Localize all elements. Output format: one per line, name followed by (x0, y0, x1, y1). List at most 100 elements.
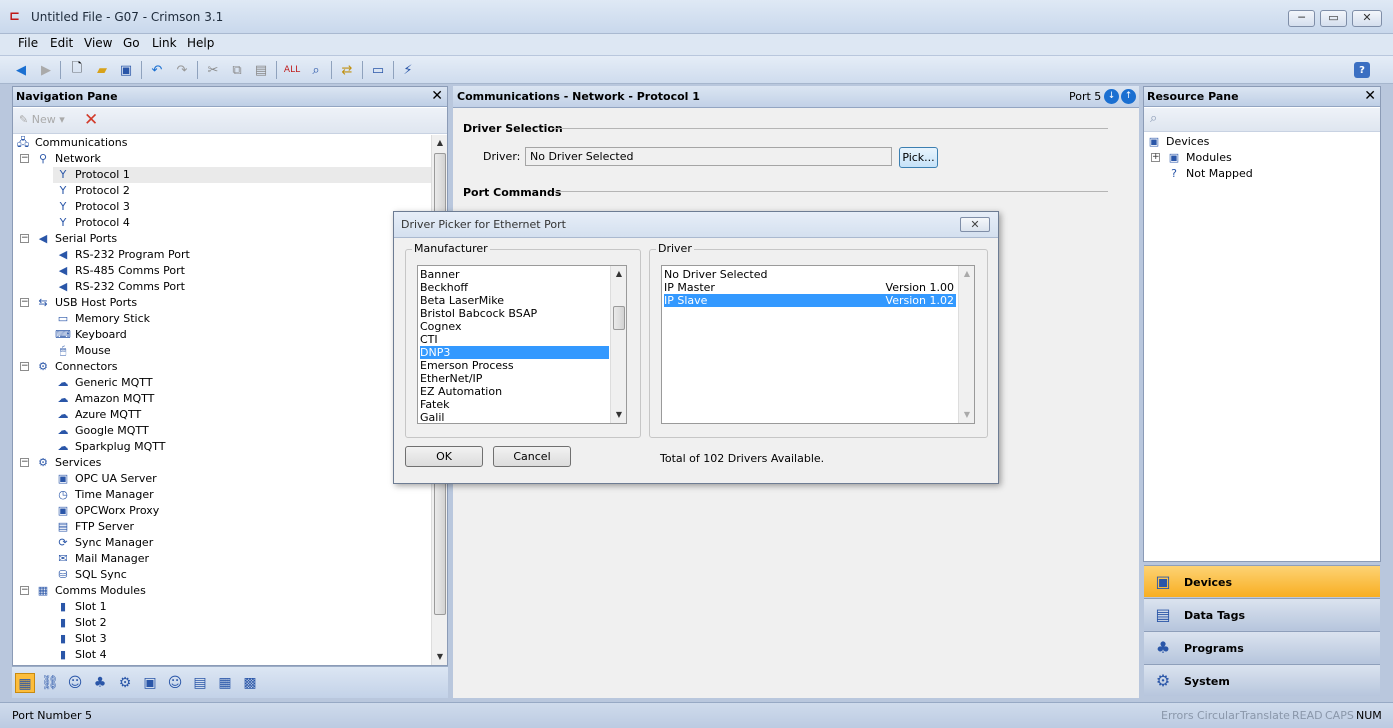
redo-icon[interactable]: ↷ (172, 60, 192, 80)
copy-icon[interactable]: ⧉ (227, 60, 247, 80)
category-icon[interactable]: ▦ (215, 673, 235, 693)
tree-node-icon: ☁ (57, 424, 69, 437)
manufacturer-item[interactable]: CTI (420, 333, 609, 346)
find-icon[interactable]: ⌕ (306, 60, 326, 80)
manufacturer-item[interactable]: Galil (420, 411, 609, 423)
category-icon[interactable]: ☺ (65, 673, 85, 693)
resource-nav-system[interactable]: ⚙ System (1144, 664, 1380, 696)
paste-icon[interactable]: ▤ (251, 60, 271, 80)
collapse-icon[interactable]: − (20, 298, 29, 307)
delete-icon[interactable]: ✕ (84, 110, 98, 130)
driver-list[interactable]: No Driver Selected IP Master Version 1.00 I… (661, 265, 975, 424)
category-icon[interactable]: ☺ (165, 673, 185, 693)
manufacturer-item[interactable]: Bristol Babcock BSAP (420, 307, 609, 320)
tree-item-label: Mouse (75, 344, 111, 357)
manufacturer-item[interactable]: Beta LaserMike (420, 294, 609, 307)
undo-icon[interactable]: ↶ (147, 60, 167, 80)
scroll-down-icon[interactable]: ▼ (432, 649, 448, 665)
search-icon[interactable]: ⌕ (1150, 111, 1157, 126)
help-icon[interactable]: ? (1354, 62, 1370, 78)
manufacturer-item[interactable]: EtherNet/IP (420, 372, 609, 385)
manufacturer-scrollbar[interactable]: ▲ ▼ (610, 266, 626, 423)
category-icon[interactable]: ⛓ (40, 673, 60, 693)
collapse-icon[interactable]: − (20, 362, 29, 371)
ok-button[interactable]: OK (405, 446, 483, 467)
minimize-button[interactable]: ─ (1288, 10, 1315, 27)
manufacturer-item[interactable]: Fatek (420, 398, 609, 411)
resource-nav-data-tags[interactable]: ▤ Data Tags (1144, 598, 1380, 630)
scroll-up-icon[interactable]: ▲ (611, 266, 626, 282)
close-icon[interactable]: ✕ (431, 88, 443, 104)
driver-field[interactable]: No Driver Selected (525, 147, 892, 166)
navigation-category-bar: ▦ ⛓ ☺ ♣ ⚙ ▣ ☺ ▤ ▦ ▩ (12, 666, 448, 698)
app-icon: ⊏ (9, 9, 20, 24)
scroll-down-icon[interactable]: ▼ (959, 407, 974, 423)
manufacturer-item[interactable]: Emerson Process (420, 359, 609, 372)
resource-nav-devices[interactable]: ▣ Devices (1144, 565, 1380, 597)
resource-nav-icon: ▤ (1155, 605, 1171, 624)
driver-scrollbar[interactable]: ▲ ▼ (958, 266, 974, 423)
navigation-pane-title: Navigation Pane (16, 90, 118, 103)
back-icon[interactable]: ◀ (11, 60, 31, 80)
driver-group: Driver No Driver Selected IP Master Versio… (649, 242, 988, 438)
manufacturer-item[interactable]: EZ Automation (420, 385, 609, 398)
arrow-up-icon[interactable]: ↑ (1121, 89, 1136, 104)
menu-help[interactable]: Help (187, 36, 214, 50)
manufacturer-label: Manufacturer (412, 242, 490, 255)
arrow-down-icon[interactable]: ↓ (1104, 89, 1119, 104)
monitor-icon[interactable]: ▭ (368, 60, 388, 80)
scroll-up-icon[interactable]: ▲ (432, 135, 448, 151)
cancel-button[interactable]: Cancel (493, 446, 571, 467)
driver-item[interactable]: No Driver Selected (664, 268, 956, 281)
close-icon[interactable]: ✕ (1364, 88, 1376, 104)
new-file-icon[interactable]: 🗋 (67, 60, 87, 80)
category-icon[interactable]: ♣ (90, 673, 110, 693)
tree-item[interactable]: Y Protocol 1 (53, 167, 431, 183)
find-all-icon[interactable]: ALL (282, 60, 302, 80)
dialog-close-button[interactable]: ✕ (960, 217, 990, 232)
link-icon[interactable]: ⇄ (337, 60, 357, 80)
menu-link[interactable]: Link (152, 36, 177, 50)
pick-button[interactable]: Pick... (899, 147, 938, 168)
expand-icon[interactable]: + (1151, 153, 1160, 162)
status-caps: CAPS (1325, 709, 1354, 722)
category-icon[interactable]: ▤ (190, 673, 210, 693)
collapse-icon[interactable]: − (20, 458, 29, 467)
manufacturer-item[interactable]: Beckhoff (420, 281, 609, 294)
tree-item-label: Time Manager (75, 488, 154, 501)
open-folder-icon[interactable]: ▰ (92, 60, 112, 80)
driver-item[interactable]: IP Slave Version 1.02 (664, 294, 956, 307)
cut-icon[interactable]: ✂ (203, 60, 223, 80)
tree-node-icon: ◷ (58, 488, 68, 501)
manufacturer-item[interactable]: Cognex (420, 320, 609, 333)
tree-node-icon: ☁ (57, 392, 69, 405)
category-icon[interactable]: ▦ (15, 673, 35, 693)
scroll-down-icon[interactable]: ▼ (611, 407, 626, 423)
driver-item[interactable]: IP Master Version 1.00 (664, 281, 956, 294)
collapse-icon[interactable]: − (20, 154, 29, 163)
tree-node-icon: Y (59, 184, 67, 197)
collapse-icon[interactable]: − (20, 234, 29, 243)
resource-nav-programs[interactable]: ♣ Programs (1144, 631, 1380, 663)
total-drivers-text: Total of 102 Drivers Available. (660, 452, 825, 465)
manufacturer-item[interactable]: Banner (420, 268, 609, 281)
manufacturer-list[interactable]: Banner Beckhoff Beta LaserMike Bristol Babc… (417, 265, 627, 424)
close-button[interactable]: ✕ (1352, 10, 1382, 27)
menu-edit[interactable]: Edit (50, 36, 73, 50)
category-icon[interactable]: ⚙ (115, 673, 135, 693)
tree-item-label: Sync Manager (75, 536, 154, 549)
category-icon[interactable]: ▣ (140, 673, 160, 693)
forward-icon[interactable]: ▶ (36, 60, 56, 80)
new-button[interactable]: ✎ New ▾ (19, 113, 65, 126)
save-icon[interactable]: ▣ (116, 60, 136, 80)
menu-view[interactable]: View (84, 36, 112, 50)
maximize-button[interactable]: ▭ (1320, 10, 1347, 27)
collapse-icon[interactable]: − (20, 586, 29, 595)
manufacturer-item[interactable]: DNP3 (420, 346, 609, 359)
scroll-up-icon[interactable]: ▲ (959, 266, 974, 282)
wand-icon[interactable]: ⚡ (398, 60, 418, 80)
menu-go[interactable]: Go (123, 36, 140, 50)
menu-file[interactable]: File (18, 36, 38, 50)
scroll-thumb[interactable] (613, 306, 625, 330)
category-icon[interactable]: ▩ (240, 673, 260, 693)
